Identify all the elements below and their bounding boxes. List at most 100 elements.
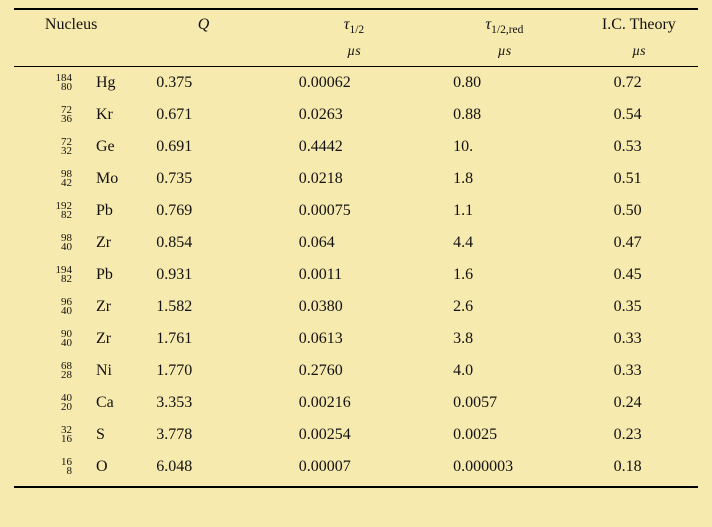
cell-tau12: 0.00216	[279, 387, 429, 419]
nuclide-symbol: 7236Kr	[48, 106, 113, 124]
cell-q: 3.778	[128, 419, 278, 451]
th-tau12-unit: µs	[279, 42, 429, 67]
th-ictheory-unit: µs	[580, 42, 698, 67]
cell-tau12red: 2.6	[429, 291, 579, 323]
cell-nucleus: 7232Ge	[14, 131, 128, 163]
cell-nucleus: 168O	[14, 451, 128, 487]
nuclide-symbol: 6828Ni	[48, 362, 112, 380]
nuclide-symbol: 4020Ca	[48, 394, 114, 412]
atomic-number: 36	[48, 114, 72, 125]
table-row: 6828Ni1.7700.27604.00.33	[14, 355, 698, 387]
cell-tau12: 0.0263	[279, 99, 429, 131]
element-symbol: Hg	[72, 74, 116, 92]
cell-tau12: 0.064	[279, 227, 429, 259]
cell-ictheory: 0.24	[580, 387, 698, 419]
cell-tau12red: 0.000003	[429, 451, 579, 487]
cell-nucleus: 9842Mo	[14, 163, 128, 195]
cell-tau12red: 3.8	[429, 323, 579, 355]
cell-nucleus: 9840Zr	[14, 227, 128, 259]
nuclide-symbol: 19282Pb	[48, 202, 113, 220]
nuclide-symbol: 7232Ge	[48, 138, 115, 156]
atomic-number: 42	[48, 178, 72, 189]
atomic-number: 20	[48, 402, 72, 413]
atomic-number: 40	[48, 306, 72, 317]
table-row: 9640Zr1.5820.03802.60.35	[14, 291, 698, 323]
table-row: 7236Kr0.6710.02630.880.54	[14, 99, 698, 131]
th-tau12red: τ1/2,red	[429, 9, 579, 42]
cell-tau12red: 0.80	[429, 67, 579, 100]
cell-tau12red: 4.4	[429, 227, 579, 259]
th-tau12: τ1/2	[279, 9, 429, 42]
cell-tau12red: 4.0	[429, 355, 579, 387]
cell-tau12: 0.00254	[279, 419, 429, 451]
atomic-number: 8	[48, 466, 72, 477]
element-symbol: Ge	[72, 138, 115, 156]
cell-nucleus: 4020Ca	[14, 387, 128, 419]
table-row: 7232Ge 0.6910.444210.0.53	[14, 131, 698, 163]
cell-nucleus: 18480Hg	[14, 67, 128, 100]
atomic-number: 40	[48, 338, 72, 349]
atomic-number: 28	[48, 370, 72, 381]
element-symbol: Mo	[72, 170, 118, 188]
cell-q: 0.931	[128, 259, 278, 291]
cell-tau12red: 1.8	[429, 163, 579, 195]
nuclide-symbol: 9040Zr	[48, 330, 111, 348]
cell-tau12red: 0.0025	[429, 419, 579, 451]
element-symbol: Pb	[72, 202, 113, 220]
cell-q: 1.770	[128, 355, 278, 387]
atomic-number: 82	[48, 210, 72, 221]
element-symbol: Kr	[72, 106, 113, 124]
cell-tau12: 0.0011	[279, 259, 429, 291]
atomic-number: 32	[48, 146, 72, 157]
atomic-number: 80	[48, 82, 72, 93]
cell-q: 0.671	[128, 99, 278, 131]
cell-tau12red: 0.88	[429, 99, 579, 131]
nuclide-symbol: 9842Mo	[48, 170, 118, 188]
cell-ictheory: 0.50	[580, 195, 698, 227]
cell-q: 1.582	[128, 291, 278, 323]
cell-nucleus: 19482Pb	[14, 259, 128, 291]
atomic-number: 40	[48, 242, 72, 253]
table-row: 168O6.0480.000070.0000030.18	[14, 451, 698, 487]
cell-tau12red: 0.0057	[429, 387, 579, 419]
cell-ictheory: 0.51	[580, 163, 698, 195]
element-symbol: O	[72, 458, 108, 476]
cell-tau12: 0.00075	[279, 195, 429, 227]
table-row: 9040Zr1.7610.06133.80.33	[14, 323, 698, 355]
element-symbol: Ca	[72, 394, 114, 412]
table-row: 9840Zr0.8540.0644.40.47	[14, 227, 698, 259]
cell-q: 1.761	[128, 323, 278, 355]
nuclide-symbol: 9840Zr	[48, 234, 111, 252]
nuclide-symbol: 3216S	[48, 426, 105, 444]
table-row: 19282Pb0.7690.000751.10.50	[14, 195, 698, 227]
table-row: 4020Ca 3.3530.002160.00570.24	[14, 387, 698, 419]
cell-ictheory: 0.72	[580, 67, 698, 100]
cell-tau12red: 1.6	[429, 259, 579, 291]
cell-tau12: 0.00062	[279, 67, 429, 100]
cell-ictheory: 0.45	[580, 259, 698, 291]
cell-ictheory: 0.47	[580, 227, 698, 259]
cell-tau12: 0.0218	[279, 163, 429, 195]
nuclide-symbol: 19482Pb	[48, 266, 113, 284]
th-nucleus: Nucleus	[14, 9, 128, 42]
cell-nucleus: 9640Zr	[14, 291, 128, 323]
cell-tau12red: 10.	[429, 131, 579, 163]
cell-nucleus: 7236Kr	[14, 99, 128, 131]
table-header-row: Nucleus Q τ1/2 τ1/2,red I.C. Theory	[14, 9, 698, 42]
cell-q: 3.353	[128, 387, 278, 419]
cell-ictheory: 0.53	[580, 131, 698, 163]
cell-q: 0.375	[128, 67, 278, 100]
cell-tau12: 0.00007	[279, 451, 429, 487]
element-symbol: Pb	[72, 266, 113, 284]
cell-nucleus: 19282Pb	[14, 195, 128, 227]
table-row: 3216S3.7780.002540.00250.23	[14, 419, 698, 451]
cell-ictheory: 0.33	[580, 323, 698, 355]
cell-q: 0.691	[128, 131, 278, 163]
cell-tau12: 0.0380	[279, 291, 429, 323]
atomic-number: 16	[48, 434, 72, 445]
table-row: 18480Hg0.3750.000620.800.72	[14, 67, 698, 100]
atomic-number: 82	[48, 274, 72, 285]
table-row: 9842Mo0.7350.02181.80.51	[14, 163, 698, 195]
cell-tau12: 0.4442	[279, 131, 429, 163]
element-symbol: S	[72, 426, 105, 444]
